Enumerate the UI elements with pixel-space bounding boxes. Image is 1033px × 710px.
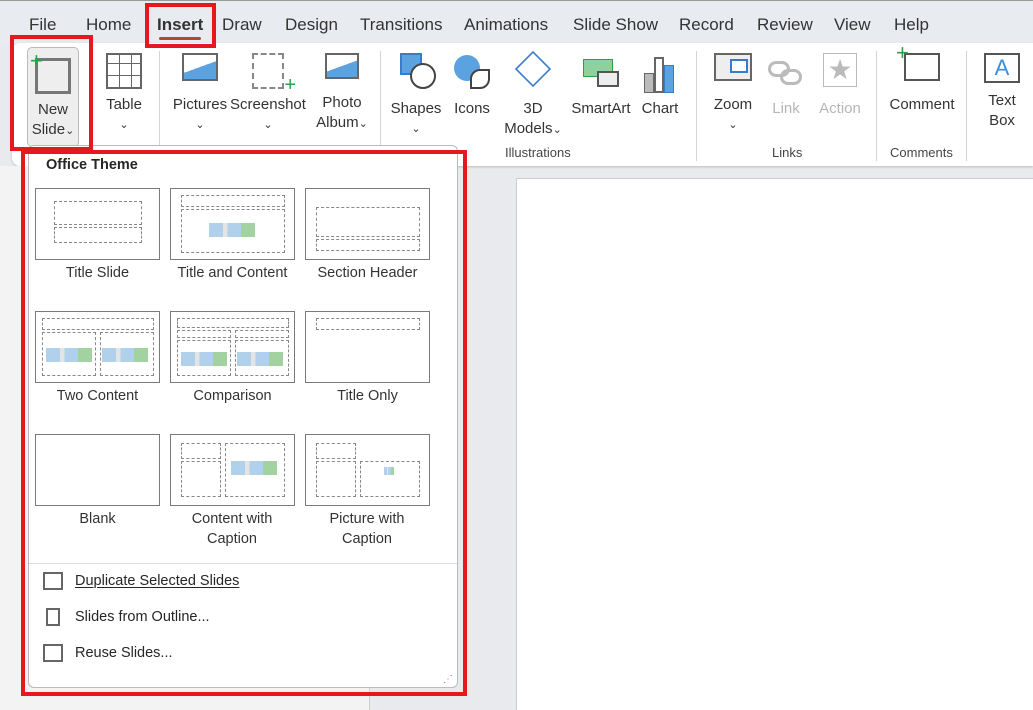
screenshot-button[interactable]: + Screenshot ⌄ [230, 53, 306, 135]
tab-help[interactable]: Help [894, 15, 929, 35]
chart-button[interactable]: Chart [638, 53, 682, 119]
link-icon [766, 53, 806, 93]
tab-file[interactable]: File [29, 15, 56, 35]
smartart-button[interactable]: SmartArt [568, 53, 634, 119]
group-label-comments: Comments [890, 145, 953, 160]
pictures-button[interactable]: Pictures ⌄ [170, 53, 230, 135]
highlight-new-slide [10, 35, 93, 151]
text-box-icon: A [984, 53, 1020, 83]
screenshot-icon: + [252, 53, 296, 95]
shapes-button[interactable]: Shapes ⌄ [390, 53, 442, 139]
action-button: ★ Action [819, 53, 861, 117]
3d-models-button[interactable]: 3D Models⌄ [502, 50, 564, 140]
group-label-illustrations: Illustrations [505, 145, 571, 160]
comment-icon: + [896, 42, 940, 81]
table-button[interactable]: Table ⌄ [102, 53, 146, 135]
icons-icon [452, 53, 492, 93]
photo-album-icon [325, 53, 359, 79]
tab-transitions[interactable]: Transitions [360, 15, 443, 35]
pictures-icon [182, 53, 218, 81]
shapes-icon [396, 53, 436, 93]
text-box-button[interactable]: A Text Box [978, 53, 1026, 131]
highlight-dropdown [21, 150, 467, 696]
tab-draw[interactable]: Draw [222, 15, 262, 35]
comment-button[interactable]: + Comment [886, 42, 958, 115]
icons-button[interactable]: Icons [450, 53, 494, 119]
photo-album-button[interactable]: Photo Album⌄ [312, 53, 372, 134]
zoom-icon [714, 53, 752, 81]
group-label-links: Links [772, 145, 803, 160]
tab-slide-show[interactable]: Slide Show [573, 15, 658, 35]
tab-view[interactable]: View [834, 15, 871, 35]
slide-canvas[interactable] [516, 178, 1033, 710]
chart-icon [640, 53, 680, 93]
action-star-icon: ★ [823, 53, 857, 87]
tab-record[interactable]: Record [679, 15, 734, 35]
tab-animations[interactable]: Animations [464, 15, 548, 35]
tab-review[interactable]: Review [757, 15, 813, 35]
zoom-button[interactable]: Zoom ⌄ [708, 53, 758, 135]
link-button: Link [764, 53, 808, 119]
tab-design[interactable]: Design [285, 15, 338, 35]
3d-cube-icon [514, 50, 552, 88]
tab-home[interactable]: Home [86, 15, 131, 35]
smartart-icon [581, 53, 621, 93]
highlight-insert-tab [145, 3, 216, 48]
table-icon [106, 53, 142, 89]
